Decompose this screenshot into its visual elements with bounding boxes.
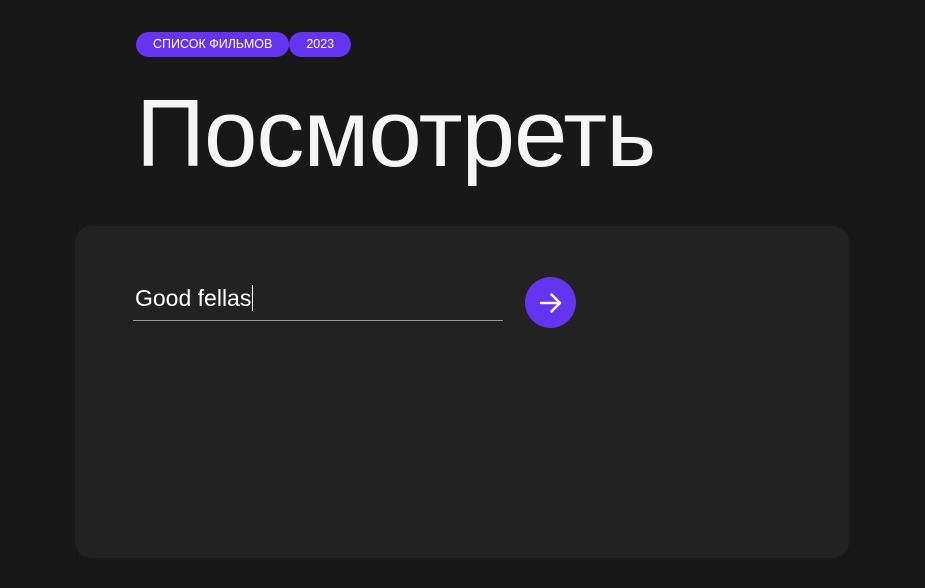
tag-year: 2023	[289, 32, 352, 57]
tag-film-list: СПИСОК ФИЛЬМОВ	[136, 32, 290, 57]
search-input-value: Good fellas	[135, 284, 254, 312]
tag-list: СПИСОК ФИЛЬМОВ 2023	[136, 32, 352, 57]
page-title: Посмотреть	[136, 80, 656, 187]
arrow-right-icon	[539, 292, 561, 313]
search-field[interactable]: Good fellas	[133, 278, 503, 321]
search-input-text: Good fellas	[135, 285, 252, 311]
search-panel: Good fellas	[75, 226, 849, 558]
submit-button[interactable]	[525, 277, 576, 328]
text-caret	[252, 285, 254, 311]
